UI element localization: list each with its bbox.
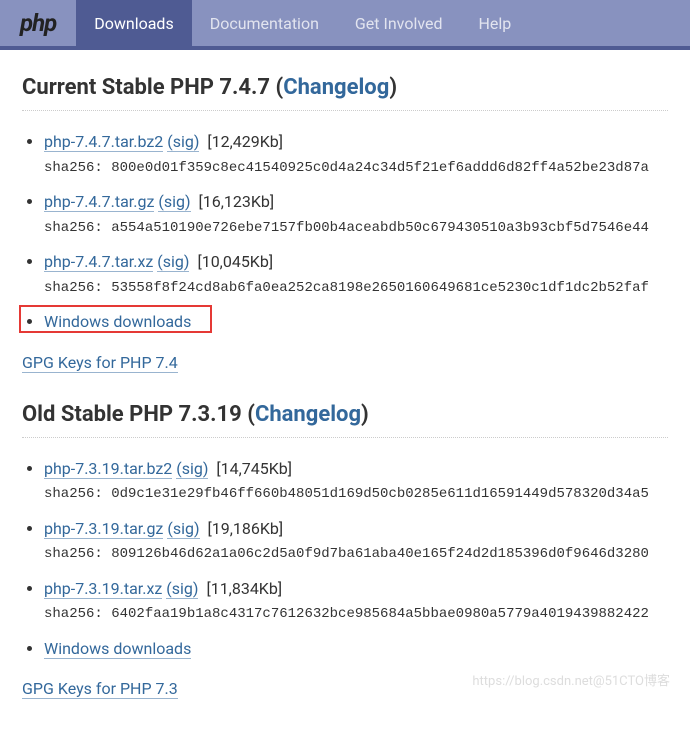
file-link[interactable]: php-7.3.19.tar.bz2 xyxy=(44,459,172,479)
file-link[interactable]: php-7.3.19.tar.xz xyxy=(44,579,162,599)
file-size: [14,745Kb] xyxy=(216,459,292,478)
content: Current Stable PHP 7.4.7 (Changelog) php… xyxy=(0,50,690,753)
title-suffix: ) xyxy=(389,75,397,100)
sha256: sha256: 800e0d01f359c8ec41540925c0d4a24c… xyxy=(44,157,668,179)
sha256: sha256: 53558f8f24cd8ab6fa0ea252ca8198e2… xyxy=(44,277,668,299)
changelog-link[interactable]: Changelog xyxy=(255,402,361,427)
file-size: [16,123Kb] xyxy=(199,192,275,211)
title-suffix: ) xyxy=(361,402,369,427)
downloads-list: php-7.3.19.tar.bz2 (sig) [14,745Kb] sha2… xyxy=(22,456,668,662)
logo[interactable]: php xyxy=(0,9,76,37)
file-link[interactable]: php-7.4.7.tar.xz xyxy=(44,252,153,272)
sig-link[interactable]: (sig) xyxy=(157,252,189,272)
sha256: sha256: 809126b46d62a1a06c2d5a0f9d7ba61a… xyxy=(44,543,668,565)
downloads-list: php-7.4.7.tar.bz2 (sig) [12,429Kb] sha25… xyxy=(22,129,668,335)
download-item: php-7.3.19.tar.gz (sig) [19,186Kb] sha25… xyxy=(44,516,668,566)
navbar: php Downloads Documentation Get Involved… xyxy=(0,0,690,50)
sig-link[interactable]: (sig) xyxy=(176,459,208,479)
nav-help[interactable]: Help xyxy=(460,0,529,46)
watermark: https://blog.csdn.net@51CTO博客 xyxy=(472,670,670,689)
file-link[interactable]: php-7.4.7.tar.gz xyxy=(44,192,154,212)
sig-link[interactable]: (sig) xyxy=(167,132,199,152)
section-old-stable: Old Stable PHP 7.3.19 (Changelog) php-7.… xyxy=(22,402,668,699)
nav-get-involved[interactable]: Get Involved xyxy=(337,0,461,46)
title-text: Current Stable PHP 7.4.7 ( xyxy=(22,75,283,100)
file-size: [11,834Kb] xyxy=(206,579,282,598)
download-item: php-7.3.19.tar.bz2 (sig) [14,745Kb] sha2… xyxy=(44,456,668,506)
nav-downloads[interactable]: Downloads xyxy=(76,0,191,46)
sig-link[interactable]: (sig) xyxy=(158,192,190,212)
file-size: [12,429Kb] xyxy=(207,132,283,151)
download-item: php-7.4.7.tar.bz2 (sig) [12,429Kb] sha25… xyxy=(44,129,668,179)
sha256: sha256: a554a510190e726ebe7157fb00b4acea… xyxy=(44,217,668,239)
section-current-stable: Current Stable PHP 7.4.7 (Changelog) php… xyxy=(22,75,668,372)
windows-downloads-link[interactable]: Windows downloads xyxy=(44,312,191,332)
changelog-link[interactable]: Changelog xyxy=(283,75,389,100)
download-item: php-7.4.7.tar.gz (sig) [16,123Kb] sha256… xyxy=(44,189,668,239)
sha256: sha256: 6402faa19b1a8c4317c7612632bce985… xyxy=(44,603,668,625)
title-text: Old Stable PHP 7.3.19 ( xyxy=(22,402,255,427)
download-item: php-7.3.19.tar.xz (sig) [11,834Kb] sha25… xyxy=(44,576,668,626)
windows-downloads-link[interactable]: Windows downloads xyxy=(44,639,191,659)
file-link[interactable]: php-7.3.19.tar.gz xyxy=(44,519,163,539)
section-title: Old Stable PHP 7.3.19 (Changelog) xyxy=(22,402,668,438)
windows-downloads-item: Windows downloads xyxy=(44,636,668,662)
sha256: sha256: 0d9c1e31e29fb46ff660b48051d169d5… xyxy=(44,483,668,505)
gpg-keys-link[interactable]: GPG Keys for PHP 7.3 xyxy=(22,679,178,699)
windows-downloads-item: Windows downloads xyxy=(44,309,668,335)
file-link[interactable]: php-7.4.7.tar.bz2 xyxy=(44,132,163,152)
download-item: php-7.4.7.tar.xz (sig) [10,045Kb] sha256… xyxy=(44,249,668,299)
sig-link[interactable]: (sig) xyxy=(166,579,198,599)
file-size: [10,045Kb] xyxy=(197,252,273,271)
sig-link[interactable]: (sig) xyxy=(167,519,199,539)
gpg-keys-link[interactable]: GPG Keys for PHP 7.4 xyxy=(22,353,178,373)
nav-documentation[interactable]: Documentation xyxy=(192,0,337,46)
file-size: [19,186Kb] xyxy=(208,519,284,538)
section-title: Current Stable PHP 7.4.7 (Changelog) xyxy=(22,75,668,111)
